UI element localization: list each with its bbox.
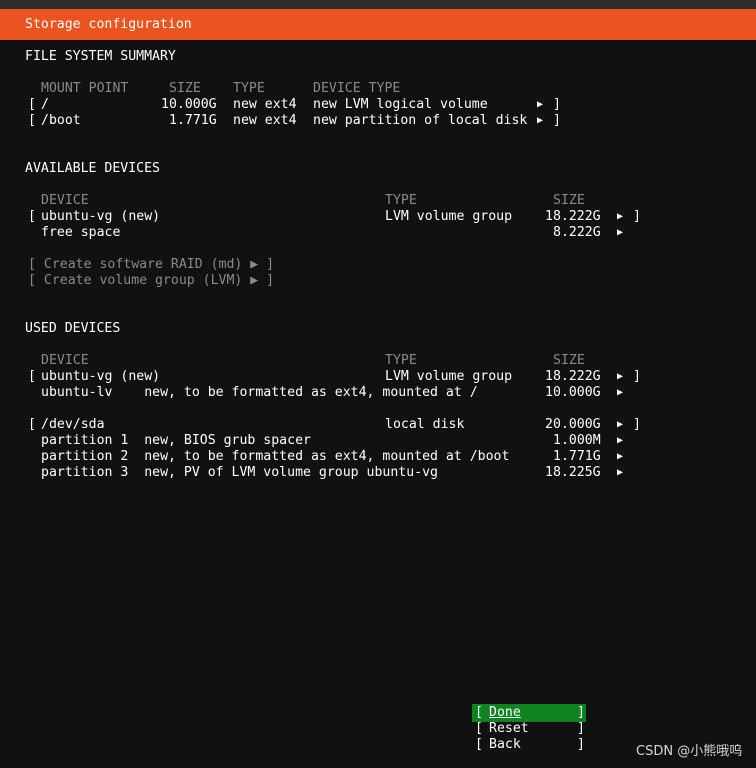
bracket-open: [ [28,417,36,432]
fs-row-root[interactable]: [ / 10.000G new ext4 new LVM logical vol… [0,97,756,113]
type-value: new ext4 [233,97,297,112]
reset-label: Reset [489,721,529,736]
window-top-edge [0,0,756,9]
bracket-open: [ [28,209,36,224]
bracket-open: [ [475,721,483,736]
submenu-arrow-icon: ▶ [617,387,624,398]
device-name: ubuntu-lv new, to be formatted as ext4, … [41,385,478,400]
device-name: partition 1 new, BIOS grub spacer [41,433,311,448]
create-volume-group-button[interactable]: [ Create volume group (LVM) ▶ ] [28,273,274,289]
bracket-close: ] [553,97,561,112]
submenu-arrow-icon: ▶ [617,467,624,478]
device-type: local disk [385,417,465,432]
available-row-ubuntu-vg[interactable]: [ ubuntu-vg (new) LVM volume group 18.22… [0,209,756,225]
bracket-close: ] [633,209,641,224]
bracket-open: [ [28,369,36,384]
bracket-open: [ [28,113,36,128]
bracket-open: [ [475,737,483,752]
used-row-dev-sda[interactable]: [ /dev/sda local disk 20.000G ▶ ] [0,417,756,433]
submenu-arrow-icon: ▶ [617,371,624,382]
device-size: 8.222G [553,225,601,240]
device-size: 20.000G [545,417,601,432]
used-row-ubuntu-vg[interactable]: [ ubuntu-vg (new) LVM volume group 18.22… [0,369,756,385]
back-button[interactable]: [ Back ] [473,737,585,753]
bracket-close: ] [577,721,585,736]
fs-row-boot[interactable]: [ /boot 1.771G new ext4 new partition of… [0,113,756,129]
submenu-arrow-icon: ▶ [537,115,544,126]
title-bar: Storage configuration [0,9,756,40]
device-size: 18.222G [545,369,601,384]
done-label: Done [489,705,521,720]
used-row-partition-2[interactable]: partition 2 new, to be formatted as ext4… [0,449,756,465]
available-header-row: DEVICE TYPE SIZE [0,193,756,209]
done-button[interactable]: [ Done ] [472,704,586,722]
mount-point: / [41,97,49,112]
device-size: 1.000M [553,433,601,448]
header-device: DEVICE [41,193,89,208]
header-device-type: DEVICE TYPE [313,81,401,96]
used-header-row: DEVICE TYPE SIZE [0,353,756,369]
header-device: DEVICE [41,353,89,368]
submenu-arrow-icon: ▶ [617,211,624,222]
submenu-arrow-icon: ▶ [617,227,624,238]
device-size: 18.225G [545,465,601,480]
page-title: Storage configuration [25,17,192,32]
bracket-close: ] [577,705,585,720]
bracket-close: ] [633,369,641,384]
submenu-arrow-icon: ▶ [617,435,624,446]
back-label: Back [489,737,521,752]
header-type: TYPE [385,193,417,208]
size-value: 1.771G [169,113,217,128]
device-type: LVM volume group [385,209,513,224]
header-size: SIZE [553,193,585,208]
fs-summary-header-row: MOUNT POINT SIZE TYPE DEVICE TYPE [0,81,756,97]
reset-button[interactable]: [ Reset ] [473,721,585,737]
device-type-value: new partition of local disk [313,113,528,128]
create-software-raid-button[interactable]: [ Create software RAID (md) ▶ ] [28,257,274,273]
type-value: new ext4 [233,113,297,128]
bracket-close: ] [553,113,561,128]
device-size: 18.222G [545,209,601,224]
size-value: 10.000G [161,97,217,112]
header-type: TYPE [385,353,417,368]
device-type: LVM volume group [385,369,513,384]
device-type-value: new LVM logical volume [313,97,488,112]
device-name: ubuntu-vg (new) [41,369,161,384]
mount-point: /boot [41,113,81,128]
submenu-arrow-icon: ▶ [617,451,624,462]
device-size: 1.771G [553,449,601,464]
header-size: SIZE [169,81,201,96]
submenu-arrow-icon: ▶ [617,419,624,430]
device-size: 10.000G [545,385,601,400]
used-row-ubuntu-lv[interactable]: ubuntu-lv new, to be formatted as ext4, … [0,385,756,401]
used-row-partition-1[interactable]: partition 1 new, BIOS grub spacer 1.000M… [0,433,756,449]
bracket-close: ] [577,737,585,752]
bracket-close: ] [633,417,641,432]
header-type: TYPE [233,81,265,96]
fs-summary-heading: FILE SYSTEM SUMMARY [25,49,176,64]
header-mount-point: MOUNT POINT [41,81,129,96]
submenu-arrow-icon: ▶ [537,99,544,110]
device-name: /dev/sda [41,417,105,432]
csdn-watermark: CSDN @小熊哦呜 [636,744,743,759]
device-name: ubuntu-vg (new) [41,209,161,224]
bracket-open: [ [28,97,36,112]
available-devices-heading: AVAILABLE DEVICES [25,161,160,176]
device-name: partition 2 new, to be formatted as ext4… [41,449,510,464]
available-row-free-space[interactable]: free space 8.222G ▶ [0,225,756,241]
device-name: free space [41,225,121,240]
used-row-partition-3[interactable]: partition 3 new, PV of LVM volume group … [0,465,756,481]
device-name: partition 3 new, PV of LVM volume group … [41,465,438,480]
bracket-open: [ [475,705,483,720]
header-size: SIZE [553,353,585,368]
used-devices-heading: USED DEVICES [25,321,121,336]
